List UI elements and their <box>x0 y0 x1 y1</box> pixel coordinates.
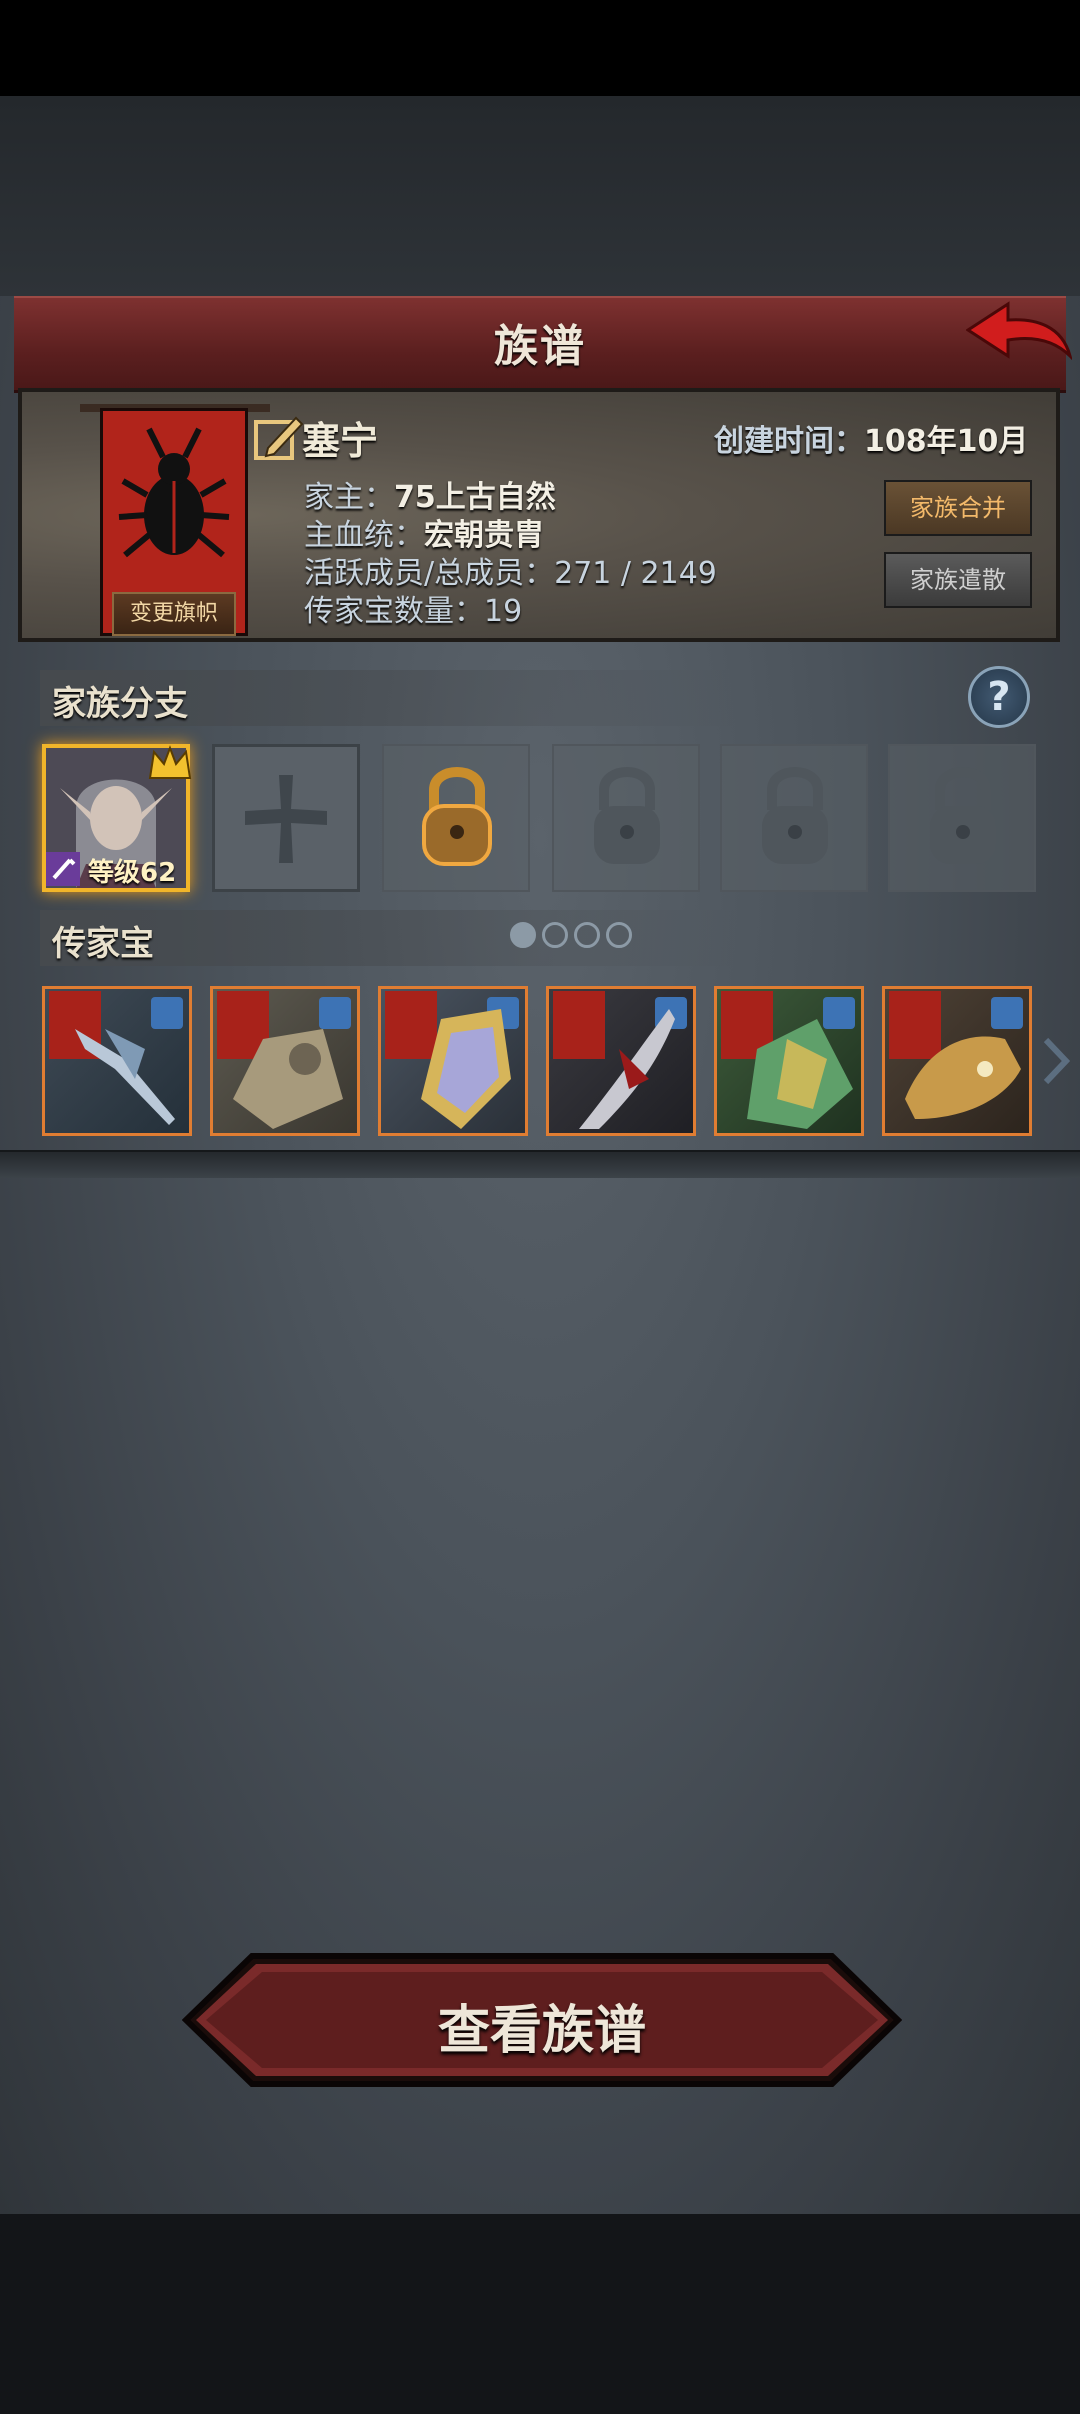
header-shadow <box>0 96 1080 296</box>
branch-slot-locked <box>552 744 700 892</box>
armor-icon <box>233 1029 343 1129</box>
lock-icon <box>930 767 996 864</box>
heirloom-item[interactable] <box>546 986 696 1136</box>
page-dot[interactable] <box>510 922 536 948</box>
change-banner-button[interactable]: 变更旗帜 <box>112 592 236 636</box>
creation-time-label: 创建时间： <box>714 424 864 459</box>
edit-icon[interactable] <box>252 412 304 464</box>
creation-time: 创建时间：108年10月 <box>714 416 1028 460</box>
navigation-bar <box>0 2214 1080 2414</box>
blade-icon <box>579 1009 675 1129</box>
shield-icon <box>421 1009 511 1129</box>
cross-icon <box>245 775 327 863</box>
back-arrow-icon[interactable] <box>966 300 1072 376</box>
members-value: 271 / 2149 <box>554 556 717 591</box>
heirloom-item[interactable] <box>882 986 1032 1136</box>
branch-slot-locked <box>720 744 868 892</box>
lock-icon <box>762 767 828 864</box>
heirloom-count-value: 19 <box>484 594 523 629</box>
member-level: 等级62 <box>88 858 177 888</box>
heirlooms-title: 传家宝 <box>52 924 154 964</box>
heirloom-item[interactable] <box>378 986 528 1136</box>
gold-lock-icon <box>422 767 492 866</box>
add-branch-slot[interactable] <box>212 744 360 892</box>
page-dot[interactable] <box>606 922 632 948</box>
merge-family-button[interactable]: 家族合并 <box>884 480 1032 536</box>
branch-slot-locked <box>888 744 1036 892</box>
crown-icon <box>148 745 192 779</box>
heirloom-count-line: 传家宝数量：19 <box>304 586 522 630</box>
beetle-emblem-icon <box>118 427 230 558</box>
page-dot[interactable] <box>542 922 568 948</box>
halberd-icon <box>75 1029 175 1125</box>
lock-icon <box>594 767 660 864</box>
chevron-right-icon[interactable] <box>1040 1036 1070 1086</box>
disband-family-button[interactable]: 家族遣散 <box>884 552 1032 608</box>
creation-time-value: 108年10月 <box>864 424 1029 459</box>
page-title: 族谱 <box>494 321 586 372</box>
family-name: 塞宁 <box>302 419 379 463</box>
heirloom-item[interactable] <box>210 986 360 1136</box>
heirloom-count-label: 传家宝数量： <box>304 594 484 629</box>
status-bar <box>0 0 1080 96</box>
help-button[interactable]: ? <box>968 666 1030 728</box>
view-family-tree-label: 查看族谱 <box>437 2001 646 2061</box>
dragon-helm-icon <box>905 1036 1021 1119</box>
heirloom-item[interactable] <box>714 986 864 1136</box>
branches-title: 家族分支 <box>52 684 188 724</box>
page-indicator <box>510 922 638 950</box>
section-divider <box>0 1150 1080 1178</box>
page-dot[interactable] <box>574 922 600 948</box>
green-armor-icon <box>747 1019 853 1129</box>
heirloom-item[interactable] <box>42 986 192 1136</box>
branch-slot-unlockable[interactable] <box>382 744 530 892</box>
